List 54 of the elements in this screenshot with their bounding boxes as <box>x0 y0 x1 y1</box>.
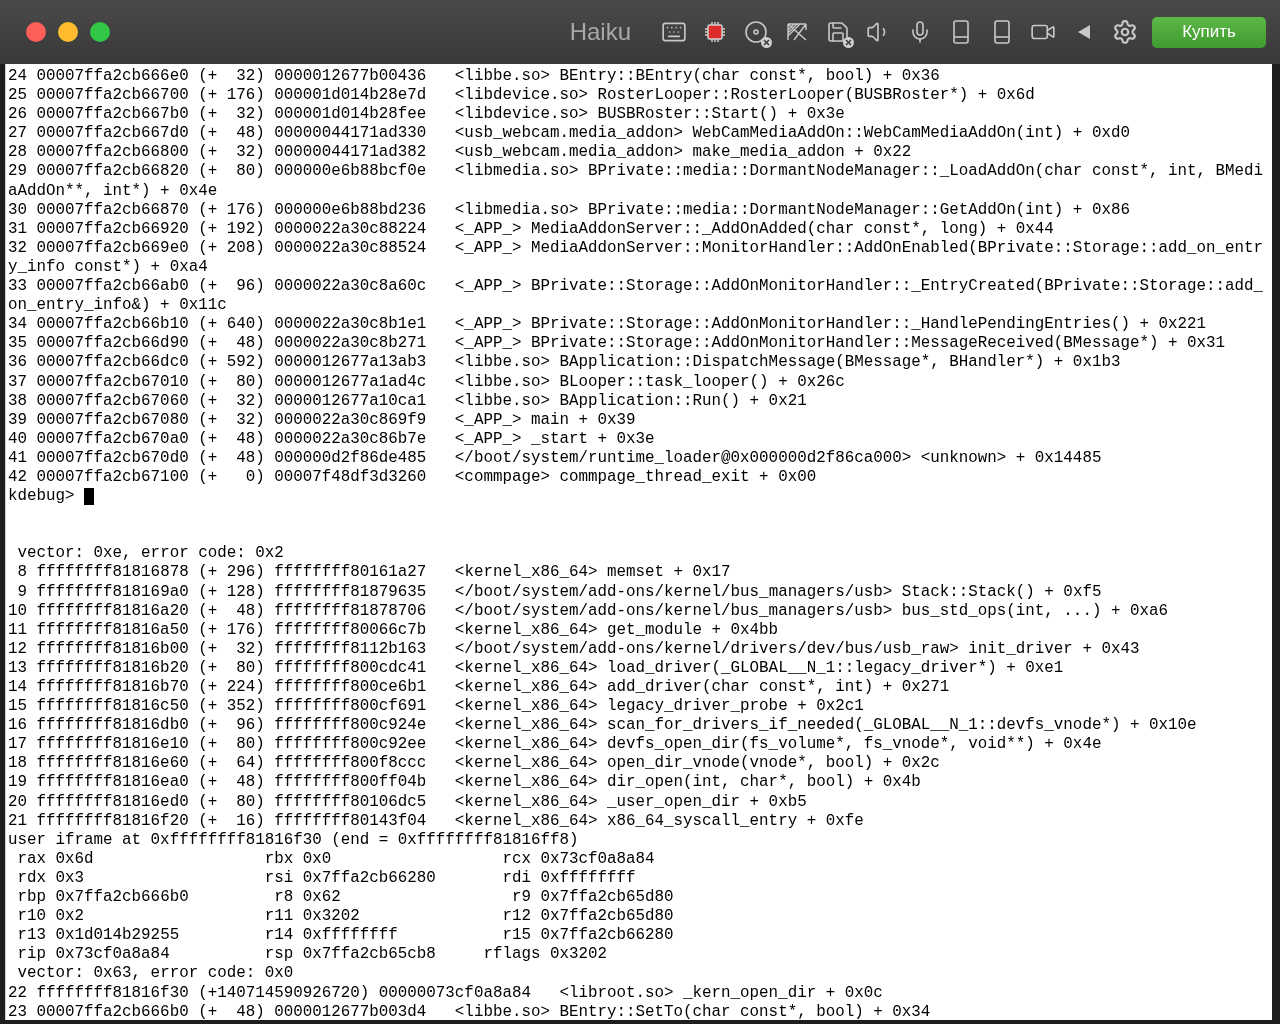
terminal-line: r13 0x1d014b29255 r14 0xffffffff r15 0x7ffa2cb66280 <box>16 926 675 946</box>
terminal-line: vector: 0xe, error code: 0x2 <box>16 544 285 564</box>
terminal-line: 14 ffffffff81816b70 (+ 224) ffffffff800ce6b1 <kernel_x86_64> add_driver(char const*, int) + 0x271 <box>8 678 951 698</box>
terminal-line: 40 00007ffa2cb670a0 (+ 48) 0000022a30c86b7e <_APP_> _start + 0x3e <box>8 429 656 449</box>
maximize-button[interactable] <box>90 22 110 42</box>
terminal-line: 42 00007ffa2cb67100 (+ 0) 00007f48df3d3260 <commpage> commpage_thread_exit + 0x00 <box>8 467 818 488</box>
settings-icon[interactable] <box>1112 19 1138 45</box>
terminal-line: 39 00007ffa2cb67080 (+ 32) 0000022a30c869f9 <_APP_> main + 0x39 <box>8 410 637 430</box>
terminal-line: 36 00007ffa2cb66dc0 (+ 592) 0000012677a13ab3 <libbe.so> BApplication::DispatchMessage(BMessage*, BHandler*) + 0x1b3 <box>8 353 1122 373</box>
terminal-line: rdx 0x3 rsi 0x7ffa2cb66280 rdi 0xffffffff <box>16 868 637 889</box>
terminal-line: 11 ffffffff81816a50 (+ 176) ffffffff80066c7b <kernel_x86_64> get_module + 0x4bb <box>8 620 780 640</box>
terminal-line: 28 00007ffa2cb66800 (+ 32) 00000044171ad382 <usb_webcam.media_addon> make_media_addon + 0x22 <box>8 143 913 163</box>
terminal-line: 31 00007ffa2cb66920 (+ 192) 0000022a30c88224 <_APP_> MediaAddonServer::_AddOnAdded(char const*, long) + 0x44 <box>8 219 1055 239</box>
terminal-line: 38 00007ffa2cb67060 (+ 32) 0000012677a10ca1 <libbe.so> BApplication::Run() + 0x21 <box>8 391 808 411</box>
window-title: Haiku <box>569 17 631 47</box>
terminal-line: 16 ffffffff81816db0 (+ 96) ffffffff800c924e <kernel_x86_64> scan_for_drivers_if_needed(_GLOBAL__N_1::devfs_vnode*) + 0x10e <box>8 716 1198 736</box>
terminal-line: 37 00007ffa2cb67010 (+ 80) 0000012677a1ad4c <libbe.so> BLooper::task_looper() + 0x26c <box>8 372 846 392</box>
prompt-text: kdebug> <box>8 487 75 507</box>
buy-button[interactable]: Купить <box>1152 16 1266 48</box>
minimize-button[interactable] <box>58 22 78 42</box>
terminal-line: 23 00007ffa2cb666b0 (+ 48) 0000012677b003d4 <libbe.so> BEntry::SetTo(char const*, bool) + 0x34 <box>8 1002 932 1020</box>
terminal-line: 8 ffffffff81816878 (+ 296) ffffffff80161a27 <kernel_x86_64> memset + 0x17 <box>16 563 732 583</box>
terminal-line: 32 00007ffa2cb669e0 (+ 208) 0000022a30c88524 <_APP_> MediaAddonServer::MonitorHandler::AddOnEnabled(BPrivate::Storage::add_on_entry_info const*) + 0xa4 <box>8 238 1263 278</box>
terminal-line: 41 00007ffa2cb670d0 (+ 48) 000000d2f86de485 </boot/system/runtime_loader@0x000000d2f86ca000> <unknown> + 0x14485 <box>8 448 1103 468</box>
close-button[interactable] <box>26 22 46 42</box>
terminal-line: vector: 0x63, error code: 0x0 <box>16 964 295 984</box>
terminal-line: 19 ffffffff81816ea0 (+ 48) ffffffff800ff04b <kernel_x86_64> dir_open(int, char*, bool) + 0x4b <box>8 773 922 793</box>
terminal-line: user iframe at 0xffffffff81816f30 (end = 0xffffffff81816ff8) <box>8 830 580 850</box>
terminal-line: 17 ffffffff81816e10 (+ 80) ffffffff800c92ee <kernel_x86_64> devfs_open_dir(fs_volume*, fs_vnode*, void**) + 0x4e <box>8 735 1103 755</box>
terminal-line: 29 00007ffa2cb66820 (+ 80) 000000e6b88bcf0e <libmedia.so> BPrivate::media::DormantNodeManager::_LoadAddOn(char const*, int, BMediaAddOn**, int*) + 0x4e <box>8 162 1263 201</box>
terminal-line: 25 00007ffa2cb66700 (+ 176) 000001d014b28e7d <libdevice.so> RosterLooper::RosterLooper(BUSBRoster*) + 0x6d <box>8 86 1036 106</box>
terminal-line: 27 00007ffa2cb667d0 (+ 48) 00000044171ad330 <usb_webcam.media_addon> WebCamMediaAddOn::WebCamMediaAddOn(int) + 0xd0 <box>8 124 1131 144</box>
terminal-line: 18 ffffffff81816e60 (+ 64) ffffffff800f8ccc <kernel_x86_64> open_dir_vnode(vnode*, bool) + 0x2c <box>8 754 941 774</box>
terminal-line: 26 00007ffa2cb667b0 (+ 32) 000001d014b28fee <libdevice.so> BUSBRoster::Start() + 0x3e <box>8 105 846 125</box>
terminal-line: 15 ffffffff81816c50 (+ 352) ffffffff800cf691 <kernel_x86_64> legacy_driver_probe + 0x2c1 <box>8 697 865 717</box>
terminal-line: rax 0x6d rbx 0x0 rcx 0x73cf0a8a84 <box>16 849 656 869</box>
terminal-line: 22 ffffffff81816f30 (+140714590926720) 00000073cf0a8a84 <libroot.so> _kern_open_dir + 0x0c <box>8 983 884 1003</box>
terminal-line: 9 ffffffff818169a0 (+ 128) ffffffff81879635 </boot/system/add-ons/kernel/bus_managers/usb> Stack::Stack() + 0xf5 <box>16 582 1103 602</box>
disc-icon[interactable] <box>743 19 769 45</box>
terminal-line: 21 ffffffff81816f20 (+ 16) ffffffff80143f04 <kernel_x86_64> x86_64_syscall_entry + 0xfe <box>8 811 865 831</box>
terminal-line: 35 00007ffa2cb66d90 (+ 48) 0000022a30c8b271 <_APP_> BPrivate::Storage::AddOnMonitorHandler::MessageReceived(BMessage*) + 0x31 <box>8 334 1226 354</box>
terminal-line: 12 ffffffff81816b00 (+ 32) ffffffff8112b163 </boot/system/add-ons/kernel/drivers/dev/bus/usb_raw> init_driver + 0x43 <box>8 639 1141 659</box>
terminal-line: 34 00007ffa2cb66b10 (+ 640) 0000022a30c8b1e1 <_APP_> BPrivate::Storage::AddOnMonitorHandler::_HandlePendingEntries() + 0x221 <box>8 315 1207 335</box>
floppy-icon[interactable] <box>825 19 851 45</box>
terminal-line: rip 0x73cf0a8a84 rsp 0x7ffa2cb65cb8 rflags 0x3202 <box>16 945 608 965</box>
chip-icon[interactable] <box>702 19 728 45</box>
terminal-line: 10 ffffffff81816a20 (+ 48) ffffffff81878706 </boot/system/add-ons/kernel/bus_managers/usb> bus_std_ops(int, ...) + 0xa6 <box>8 601 1169 621</box>
terminal-line: 24 00007ffa2cb666e0 (+ 32) 0000012677b00436 <libbe.so> BEntry::BEntry(char const*, bool) + 0x36 <box>8 67 941 87</box>
terminal-line: 30 00007ffa2cb66870 (+ 176) 000000e6b88bd236 <libmedia.so> BPrivate::media::DormantNodeManager::GetAddOn(int) + 0x86 <box>8 200 1131 220</box>
terminal-line: 33 00007ffa2cb66ab0 (+ 96) 0000022a30c8a60c <_APP_> BPrivate::Storage::AddOnMonitorHandler::_EntryCreated(BPrivate::Storage::add_on_entry_info&) + 0x11c <box>8 277 1263 316</box>
terminal-line: r10 0x2 r11 0x3202 r12 0x7ffa2cb65d80 <box>16 907 675 927</box>
terminal-line: 20 ffffffff81816ed0 (+ 80) ffffffff80106dc5 <kernel_x86_64> _user_open_dir + 0xb5 <box>8 792 808 812</box>
terminal-line: rbp 0x7ffa2cb666b0 r8 0x62 r9 0x7ffa2cb65d80 <box>16 888 675 908</box>
terminal-line: 13 ffffffff81816b20 (+ 80) ffffffff800cdc41 <kernel_x86_64> load_driver(_GLOBAL__N_1::legacy_driver*) + 0xe1 <box>8 658 1065 678</box>
